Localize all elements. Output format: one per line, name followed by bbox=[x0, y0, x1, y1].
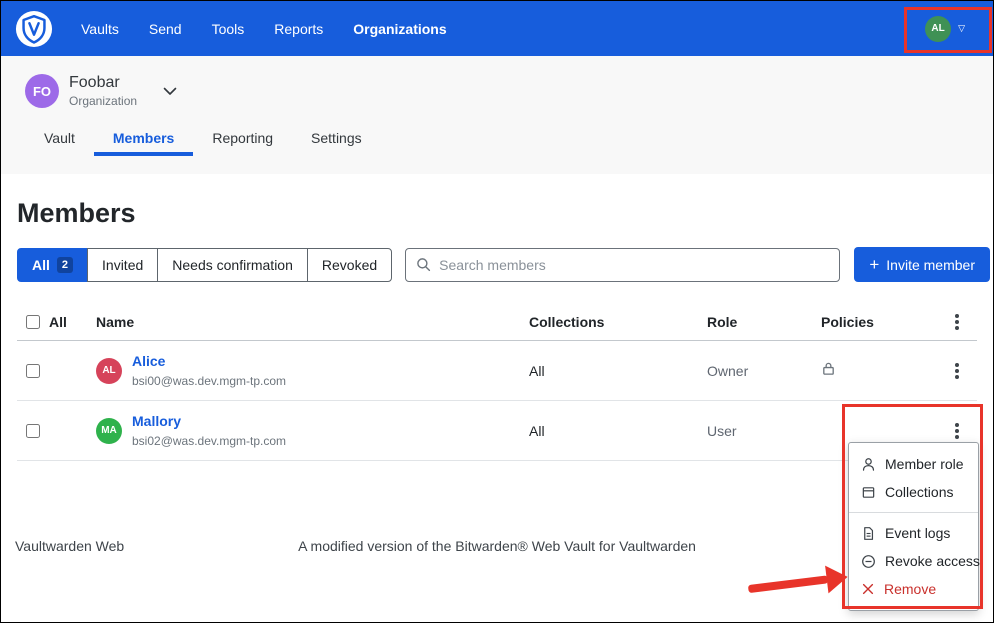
app-window: Vaults Send Tools Reports Organizations … bbox=[0, 0, 994, 623]
menu-item-remove[interactable]: Remove bbox=[849, 575, 978, 603]
row-options-button-alice[interactable] bbox=[943, 357, 971, 385]
search-members-box bbox=[405, 248, 840, 282]
nav-item-organizations[interactable]: Organizations bbox=[353, 21, 446, 37]
menu-item-revoke-access[interactable]: Revoke access bbox=[849, 547, 978, 575]
account-avatar[interactable]: AL bbox=[925, 16, 951, 42]
nav-item-tools[interactable]: Tools bbox=[212, 21, 245, 37]
tab-reporting[interactable]: Reporting bbox=[193, 124, 292, 156]
filter-needs-confirmation-button[interactable]: Needs confirmation bbox=[157, 248, 308, 282]
main-content: Members All 2 Invited Needs confirmation… bbox=[1, 198, 993, 461]
plus-icon: + bbox=[869, 256, 879, 273]
menu-item-event-logs[interactable]: Event logs bbox=[849, 519, 978, 547]
filter-all-count-badge: 2 bbox=[57, 257, 73, 273]
top-nav: Vaults Send Tools Reports Organizations … bbox=[1, 1, 993, 56]
row-checkbox-alice[interactable] bbox=[26, 364, 40, 378]
footer-attribution: A modified version of the Bitwarden® Web… bbox=[298, 538, 696, 554]
primary-nav: Vaults Send Tools Reports Organizations bbox=[81, 21, 447, 37]
table-row: MA Mallory bsi02@was.dev.mgm-tp.com All … bbox=[17, 401, 977, 461]
annotation-arrow bbox=[747, 562, 850, 604]
chevron-down-icon[interactable] bbox=[163, 87, 177, 96]
member-email: bsi02@was.dev.mgm-tp.com bbox=[132, 434, 286, 448]
footer-app-name: Vaultwarden Web bbox=[15, 538, 124, 554]
file-icon bbox=[861, 526, 876, 541]
filter-revoked-button[interactable]: Revoked bbox=[307, 248, 392, 282]
menu-divider bbox=[849, 512, 978, 513]
filter-invited-button[interactable]: Invited bbox=[87, 248, 158, 282]
kebab-icon bbox=[955, 369, 959, 373]
organization-subtitle: Organization bbox=[69, 94, 137, 108]
tab-settings[interactable]: Settings bbox=[292, 124, 381, 156]
account-menu-button[interactable]: AL ▽ bbox=[925, 16, 965, 42]
footer: Vaultwarden Web A modified version of th… bbox=[1, 538, 993, 558]
member-collections: All bbox=[529, 423, 707, 439]
organization-header: FO Foobar Organization Vault Members Rep… bbox=[1, 56, 993, 174]
kebab-icon bbox=[955, 320, 959, 324]
member-avatar: MA bbox=[96, 418, 122, 444]
organization-avatar: FO bbox=[25, 74, 59, 108]
table-options-button[interactable] bbox=[943, 308, 971, 336]
org-tabs: Vault Members Reporting Settings bbox=[25, 124, 993, 156]
table-header-row: All Name Collections Role Policies bbox=[17, 304, 977, 341]
column-header-role: Role bbox=[707, 314, 821, 330]
member-email: bsi00@was.dev.mgm-tp.com bbox=[132, 374, 286, 388]
row-checkbox-mallory[interactable] bbox=[26, 424, 40, 438]
column-header-collections: Collections bbox=[529, 314, 707, 330]
nav-item-vaults[interactable]: Vaults bbox=[81, 21, 119, 37]
nav-item-reports[interactable]: Reports bbox=[274, 21, 323, 37]
select-all-label: All bbox=[49, 314, 67, 330]
row-context-menu: Member role Collections Event logs Revok… bbox=[848, 442, 979, 611]
member-role: User bbox=[707, 423, 821, 439]
column-header-name: Name bbox=[96, 314, 529, 330]
table-row: AL Alice bsi00@was.dev.mgm-tp.com All Ow… bbox=[17, 341, 977, 401]
x-icon bbox=[861, 582, 875, 596]
members-toolbar: All 2 Invited Needs confirmation Revoked… bbox=[17, 247, 990, 282]
menu-item-label: Revoke access bbox=[885, 553, 980, 569]
page-title: Members bbox=[17, 198, 977, 229]
invite-member-label: Invite member bbox=[886, 257, 975, 273]
member-name-link[interactable]: Mallory bbox=[132, 413, 181, 429]
member-name-link[interactable]: Alice bbox=[132, 353, 165, 369]
invite-member-button[interactable]: + Invite member bbox=[854, 247, 990, 282]
member-collections: All bbox=[529, 363, 707, 379]
organization-name: Foobar bbox=[69, 74, 137, 92]
person-icon bbox=[861, 457, 876, 472]
menu-item-label: Member role bbox=[885, 456, 964, 472]
vaultwarden-logo-icon[interactable] bbox=[15, 10, 53, 48]
menu-item-member-role[interactable]: Member role bbox=[849, 450, 978, 478]
menu-item-collections[interactable]: Collections bbox=[849, 478, 978, 506]
member-role: Owner bbox=[707, 363, 821, 379]
members-table: All Name Collections Role Policies AL bbox=[17, 304, 977, 461]
filter-all-label: All bbox=[32, 257, 50, 273]
collections-icon bbox=[861, 485, 876, 500]
menu-item-label: Collections bbox=[885, 484, 953, 500]
member-avatar: AL bbox=[96, 358, 122, 384]
menu-item-label: Remove bbox=[884, 581, 936, 597]
kebab-icon bbox=[955, 429, 959, 433]
search-members-input[interactable] bbox=[439, 257, 839, 273]
lock-icon bbox=[821, 361, 836, 376]
select-all-checkbox[interactable] bbox=[26, 315, 40, 329]
minus-circle-icon bbox=[861, 554, 876, 569]
chevron-down-icon: ▽ bbox=[958, 24, 965, 33]
column-header-policies: Policies bbox=[821, 314, 931, 330]
filter-all-button[interactable]: All 2 bbox=[17, 248, 88, 282]
filter-group: All 2 Invited Needs confirmation Revoked bbox=[17, 248, 392, 282]
row-options-button-mallory[interactable] bbox=[943, 417, 971, 445]
nav-item-send[interactable]: Send bbox=[149, 21, 182, 37]
search-icon bbox=[416, 257, 431, 272]
tab-vault[interactable]: Vault bbox=[25, 124, 94, 156]
menu-item-label: Event logs bbox=[885, 525, 950, 541]
tab-members[interactable]: Members bbox=[94, 124, 193, 156]
